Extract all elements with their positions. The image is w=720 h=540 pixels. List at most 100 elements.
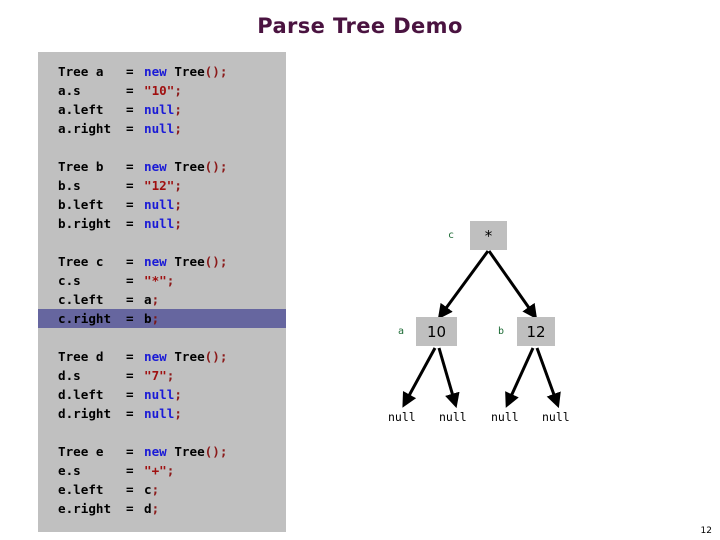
code-lhs: d.left <box>58 387 104 402</box>
code-token-str: "+" <box>144 463 167 478</box>
parse-tree-diagram: c * a 10 b 12 null null null null <box>360 205 705 445</box>
code-lhs: d.s <box>58 368 81 383</box>
code-assign-operator: = <box>126 463 134 478</box>
code-token-ident: Tree <box>166 254 205 269</box>
code-assign-operator: = <box>126 292 134 307</box>
code-assign-operator: = <box>126 501 134 516</box>
code-line[interactable]: c.right = b; <box>38 309 286 328</box>
code-token-ident: b <box>144 311 152 326</box>
code-token-punc: ; <box>174 83 182 98</box>
code-token-punc: ; <box>174 387 182 402</box>
code-lhs: Tree d <box>58 349 104 364</box>
code-line[interactable]: d.right = null; <box>38 404 286 423</box>
code-line[interactable]: e.s = "+"; <box>38 461 286 480</box>
code-token-punc: (); <box>204 159 228 174</box>
tree-node-var-label-right: b <box>498 326 505 337</box>
code-lhs: e.left <box>58 482 104 497</box>
code-token-punc: ; <box>174 178 182 193</box>
code-assign-operator: = <box>126 83 134 98</box>
code-lhs: d.right <box>58 406 112 421</box>
code-token-punc: ; <box>166 463 175 478</box>
code-token-ident: a <box>144 292 152 307</box>
code-token-punc: (); <box>204 64 228 79</box>
slide-canvas: Parse Tree Demo Tree a = new Tree(); a.s = "1… <box>0 0 720 540</box>
code-line[interactable]: Tree b = new Tree(); <box>38 157 286 176</box>
code-panel: Tree a = new Tree(); a.s = "10"; a.left = null; a… <box>38 52 286 532</box>
code-lhs: b.right <box>58 216 112 231</box>
code-token-punc: ; <box>151 292 160 307</box>
tree-node-right[interactable]: 12 <box>517 317 555 346</box>
code-token-kw: new <box>144 159 167 174</box>
code-lhs: e.s <box>58 463 81 478</box>
code-token-kw: null <box>144 387 175 402</box>
code-line[interactable]: c.left = a; <box>38 290 286 309</box>
code-token-ident: Tree <box>166 349 205 364</box>
code-lhs: c.left <box>58 292 104 307</box>
code-assign-operator: = <box>126 216 134 231</box>
code-token-kw: null <box>144 121 175 136</box>
code-token-punc: (); <box>204 349 228 364</box>
code-token-str: "7" <box>144 368 167 383</box>
code-assign-operator: = <box>126 406 134 421</box>
code-assign-operator: = <box>126 368 134 383</box>
tree-null-label: null <box>439 410 467 424</box>
tree-node-var-label-root: c <box>448 230 455 241</box>
code-line[interactable]: Tree c = new Tree(); <box>38 252 286 271</box>
code-line[interactable]: a.s = "10"; <box>38 81 286 100</box>
code-token-kw: null <box>144 216 175 231</box>
tree-edge-left-to-null1 <box>402 347 437 408</box>
code-token-punc: ; <box>151 311 160 326</box>
code-line[interactable]: b.right = null; <box>38 214 286 233</box>
code-token-punc: (); <box>204 444 228 459</box>
code-assign-operator: = <box>126 273 134 288</box>
code-token-kw: null <box>144 406 175 421</box>
code-lhs: Tree a <box>58 64 104 79</box>
code-token-punc: ; <box>174 216 182 231</box>
code-token-str: "*" <box>144 273 167 288</box>
code-assign-operator: = <box>126 178 134 193</box>
tree-null-label: null <box>491 410 519 424</box>
tree-node-left[interactable]: 10 <box>416 317 457 346</box>
tree-node-root[interactable]: * <box>470 221 507 250</box>
code-line[interactable]: Tree e = new Tree(); <box>38 442 286 461</box>
code-assign-operator: = <box>126 482 134 497</box>
code-lhs: e.right <box>58 501 112 516</box>
code-line[interactable]: d.s = "7"; <box>38 366 286 385</box>
code-line[interactable]: e.left = c; <box>38 480 286 499</box>
code-lhs: b.left <box>58 197 104 212</box>
code-token-kw: new <box>144 254 167 269</box>
code-token-kw: null <box>144 102 175 117</box>
code-token-str: "10" <box>144 83 175 98</box>
code-token-punc: (); <box>204 254 228 269</box>
tree-edge-left-to-null2 <box>437 347 460 409</box>
code-token-kw: new <box>144 444 167 459</box>
tree-null-label: null <box>542 410 570 424</box>
code-lhs: b.s <box>58 178 81 193</box>
code-line[interactable]: b.left = null; <box>38 195 286 214</box>
code-line[interactable]: d.left = null; <box>38 385 286 404</box>
code-line[interactable]: a.left = null; <box>38 100 286 119</box>
code-lhs: Tree b <box>58 159 104 174</box>
code-lhs: Tree c <box>58 254 104 269</box>
code-assign-operator: = <box>126 159 134 174</box>
code-assign-operator: = <box>126 444 134 459</box>
code-line[interactable]: a.right = null; <box>38 119 286 138</box>
code-token-punc: ; <box>174 102 182 117</box>
code-line[interactable]: c.s = "*"; <box>38 271 286 290</box>
tree-node-var-label-left: a <box>398 326 405 337</box>
code-token-ident: Tree <box>166 159 205 174</box>
code-token-ident: d <box>144 501 152 516</box>
code-token-ident: c <box>144 482 152 497</box>
code-lhs: a.s <box>58 83 81 98</box>
code-line[interactable]: Tree a = new Tree(); <box>38 62 286 81</box>
code-token-kw: new <box>144 64 167 79</box>
code-line[interactable]: e.right = d; <box>38 499 286 518</box>
code-assign-operator: = <box>126 254 134 269</box>
code-token-punc: ; <box>166 368 175 383</box>
code-line[interactable]: Tree d = new Tree(); <box>38 347 286 366</box>
code-line[interactable]: b.s = "12"; <box>38 176 286 195</box>
